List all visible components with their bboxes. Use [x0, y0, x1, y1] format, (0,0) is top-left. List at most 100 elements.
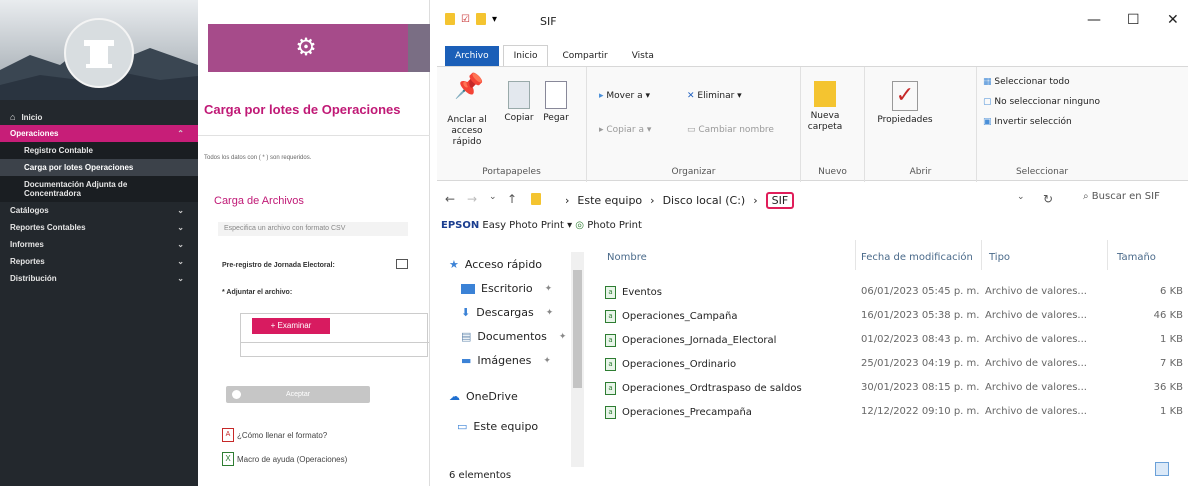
gear-icon[interactable]: ⚙: [292, 34, 320, 62]
nav-imagenes[interactable]: ▬ Imágenes ✦: [461, 354, 551, 367]
scrollbar-thumb[interactable]: [573, 270, 582, 388]
properties-icon: ✓: [892, 81, 918, 111]
aceptar-label: Aceptar: [285, 391, 311, 398]
tab-vista[interactable]: Vista: [622, 46, 664, 66]
help-macro-label: Macro de ayuda (Operaciones): [237, 454, 348, 464]
properties-icon[interactable]: ☑: [461, 14, 470, 25]
search-input[interactable]: ⌕ Buscar en SIF: [1075, 188, 1185, 210]
column-nombre[interactable]: Nombre: [607, 252, 647, 263]
download-icon: ⬇: [461, 306, 471, 319]
tab-archivo[interactable]: Archivo: [445, 46, 499, 66]
csv-file-icon: a: [605, 334, 616, 347]
chevron-down-icon[interactable]: ⌄: [489, 192, 497, 202]
sidebar-item-registro-contable[interactable]: Registro Contable: [0, 142, 198, 159]
pegar-button[interactable]: Pegar: [541, 81, 571, 124]
seleccionar-todo-button[interactable]: ▦ Seleccionar todo: [983, 77, 1070, 87]
chevron-down-icon: ⌄: [177, 240, 184, 249]
help-pdf-link[interactable]: A ¿Cómo llenar el formato?: [222, 428, 327, 442]
file-name: Operaciones_Jornada_Electoral: [622, 335, 777, 346]
eliminar-button[interactable]: ✕ Eliminar ▾: [687, 91, 742, 101]
sidebar-item-inicio[interactable]: ⌂ Inicio: [0, 108, 198, 125]
file-row[interactable]: a Operaciones_Campaña 16/01/2023 05:38 p. …: [605, 310, 1185, 330]
nav-este-equipo[interactable]: ▭ Este equipo: [457, 420, 538, 433]
help-macro-link[interactable]: X Macro de ayuda (Operaciones): [222, 452, 347, 466]
file-row[interactable]: a Eventos 06/01/2023 05:45 p. m. Archivo de…: [605, 286, 1185, 306]
group-title: Abrir: [909, 167, 932, 177]
nav-label: Acceso rápido: [464, 258, 543, 271]
copiar-button[interactable]: Copiar: [503, 81, 535, 124]
nav-escritorio[interactable]: Escritorio ✦: [461, 282, 552, 295]
breadcrumb-sif[interactable]: SIF: [765, 192, 795, 209]
no-seleccionar-button[interactable]: ▢ No seleccionar ninguno: [983, 97, 1100, 107]
breadcrumb[interactable]: › Este equipo › Disco local (C:) › SIF: [565, 192, 795, 209]
window-title: SIF: [540, 15, 557, 28]
examinar-button[interactable]: + Examinar: [252, 318, 330, 334]
column-tipo[interactable]: Tipo: [989, 252, 1010, 263]
adjuntar-label: * Adjuntar el archivo:: [222, 289, 293, 296]
file-size: 7 KB: [1160, 358, 1183, 369]
nueva-carpeta-button[interactable]: Nueva carpeta: [805, 81, 845, 133]
nav-documentos[interactable]: ▤ Documentos ✦: [461, 330, 566, 343]
new-folder-icon[interactable]: [475, 13, 486, 25]
sidebar-item-label: Reportes Contables: [10, 223, 86, 232]
back-icon[interactable]: ←: [445, 192, 455, 206]
photo-print-button[interactable]: Photo Print: [587, 220, 642, 231]
mover-button[interactable]: ▸ Mover a ▾: [599, 91, 650, 101]
anclar-button[interactable]: 📌 Anclar al acceso rápido: [443, 74, 491, 148]
forward-icon[interactable]: →: [467, 192, 477, 206]
minimize-icon[interactable]: —: [1087, 12, 1101, 28]
sidebar-item-label: Catálogos: [10, 206, 49, 215]
cambiar-label: Cambiar nombre: [698, 125, 774, 135]
maximize-icon[interactable]: ☐: [1127, 12, 1140, 28]
column-tamano[interactable]: Tamaño: [1117, 252, 1156, 263]
cambiar-nombre-button[interactable]: ▭ Cambiar nombre: [687, 125, 774, 135]
file-type: Archivo de valores...: [985, 310, 1087, 321]
up-icon[interactable]: ↑: [507, 192, 517, 206]
file-row[interactable]: a Operaciones_Ordinario 25/01/2023 04:19 p…: [605, 358, 1185, 378]
chevron-down-icon[interactable]: ⌄: [1017, 192, 1025, 202]
pre-registro-checkbox[interactable]: [396, 259, 408, 269]
refresh-icon[interactable]: ↻: [1043, 192, 1053, 206]
nav-label: OneDrive: [466, 390, 518, 403]
pre-registro-label: Pre-registro de Jornada Electoral:: [222, 262, 335, 269]
photo-print-icon: ◎: [575, 220, 585, 231]
invertir-seleccion-button[interactable]: ▣ Invertir selección: [983, 117, 1072, 127]
details-view-icon[interactable]: [1155, 462, 1169, 476]
nav-descargas[interactable]: ⬇ Descargas ✦: [461, 306, 553, 319]
nav-scrollbar[interactable]: [571, 252, 584, 467]
nav-acceso-rapido[interactable]: ★ Acceso rápido: [449, 258, 542, 271]
sidebar-item-reportes[interactable]: Reportes ⌄: [0, 253, 198, 270]
sidebar-item-documentacion[interactable]: Documentación Adjunta de Concentradora: [0, 176, 198, 202]
csv-file-icon: a: [605, 310, 616, 323]
propiedades-button[interactable]: ✓ Propiedades: [875, 81, 935, 126]
sidebar-item-reportes-contables[interactable]: Reportes Contables ⌄: [0, 219, 198, 236]
file-name: Operaciones_Precampaña: [622, 407, 752, 418]
rename-icon: ▭: [687, 125, 699, 135]
chevron-down-icon[interactable]: ▾: [567, 220, 572, 231]
tab-compartir[interactable]: Compartir: [552, 46, 617, 66]
sidebar-item-carga-lotes[interactable]: Carga por lotes Operaciones: [0, 159, 198, 176]
copiar-a-button[interactable]: ▸ Copiar a ▾: [599, 125, 651, 135]
sidebar-item-operaciones[interactable]: Operaciones ⌃: [0, 125, 198, 142]
file-row[interactable]: a Operaciones_Precampaña 12/12/2022 09:10 …: [605, 406, 1185, 426]
file-row[interactable]: a Operaciones_Ordtraspaso de saldos 30/01/…: [605, 382, 1185, 402]
column-fecha[interactable]: Fecha de modificación: [861, 252, 973, 263]
file-row[interactable]: a Operaciones_Jornada_Electoral 01/02/2023…: [605, 334, 1185, 354]
tab-inicio[interactable]: Inicio: [502, 45, 549, 66]
chevron-down-icon[interactable]: ▾: [492, 14, 497, 25]
column-separator: [981, 240, 982, 270]
delete-icon: ✕: [687, 91, 698, 101]
nav-onedrive[interactable]: ☁ OneDrive: [449, 390, 518, 403]
pin-icon: ✦: [558, 331, 567, 342]
breadcrumb-este-equipo[interactable]: Este equipo: [577, 194, 642, 207]
breadcrumb-disco-local[interactable]: Disco local (C:): [663, 194, 746, 207]
sidebar-item-distribucion[interactable]: Distribución ⌄: [0, 270, 198, 287]
sidebar-item-catalogos[interactable]: Catálogos ⌄: [0, 202, 198, 219]
aceptar-button[interactable]: Aceptar: [226, 386, 370, 403]
close-icon[interactable]: ✕: [1167, 12, 1179, 28]
nav-label: Documentos: [477, 330, 547, 343]
file-date: 25/01/2023 04:19 p. m.: [861, 358, 980, 369]
sidebar-item-informes[interactable]: Informes ⌄: [0, 236, 198, 253]
group-seleccionar: ▦ Seleccionar todo ▢ No seleccionar ning…: [977, 67, 1107, 182]
epson-app-button[interactable]: Easy Photo Print: [482, 220, 563, 231]
